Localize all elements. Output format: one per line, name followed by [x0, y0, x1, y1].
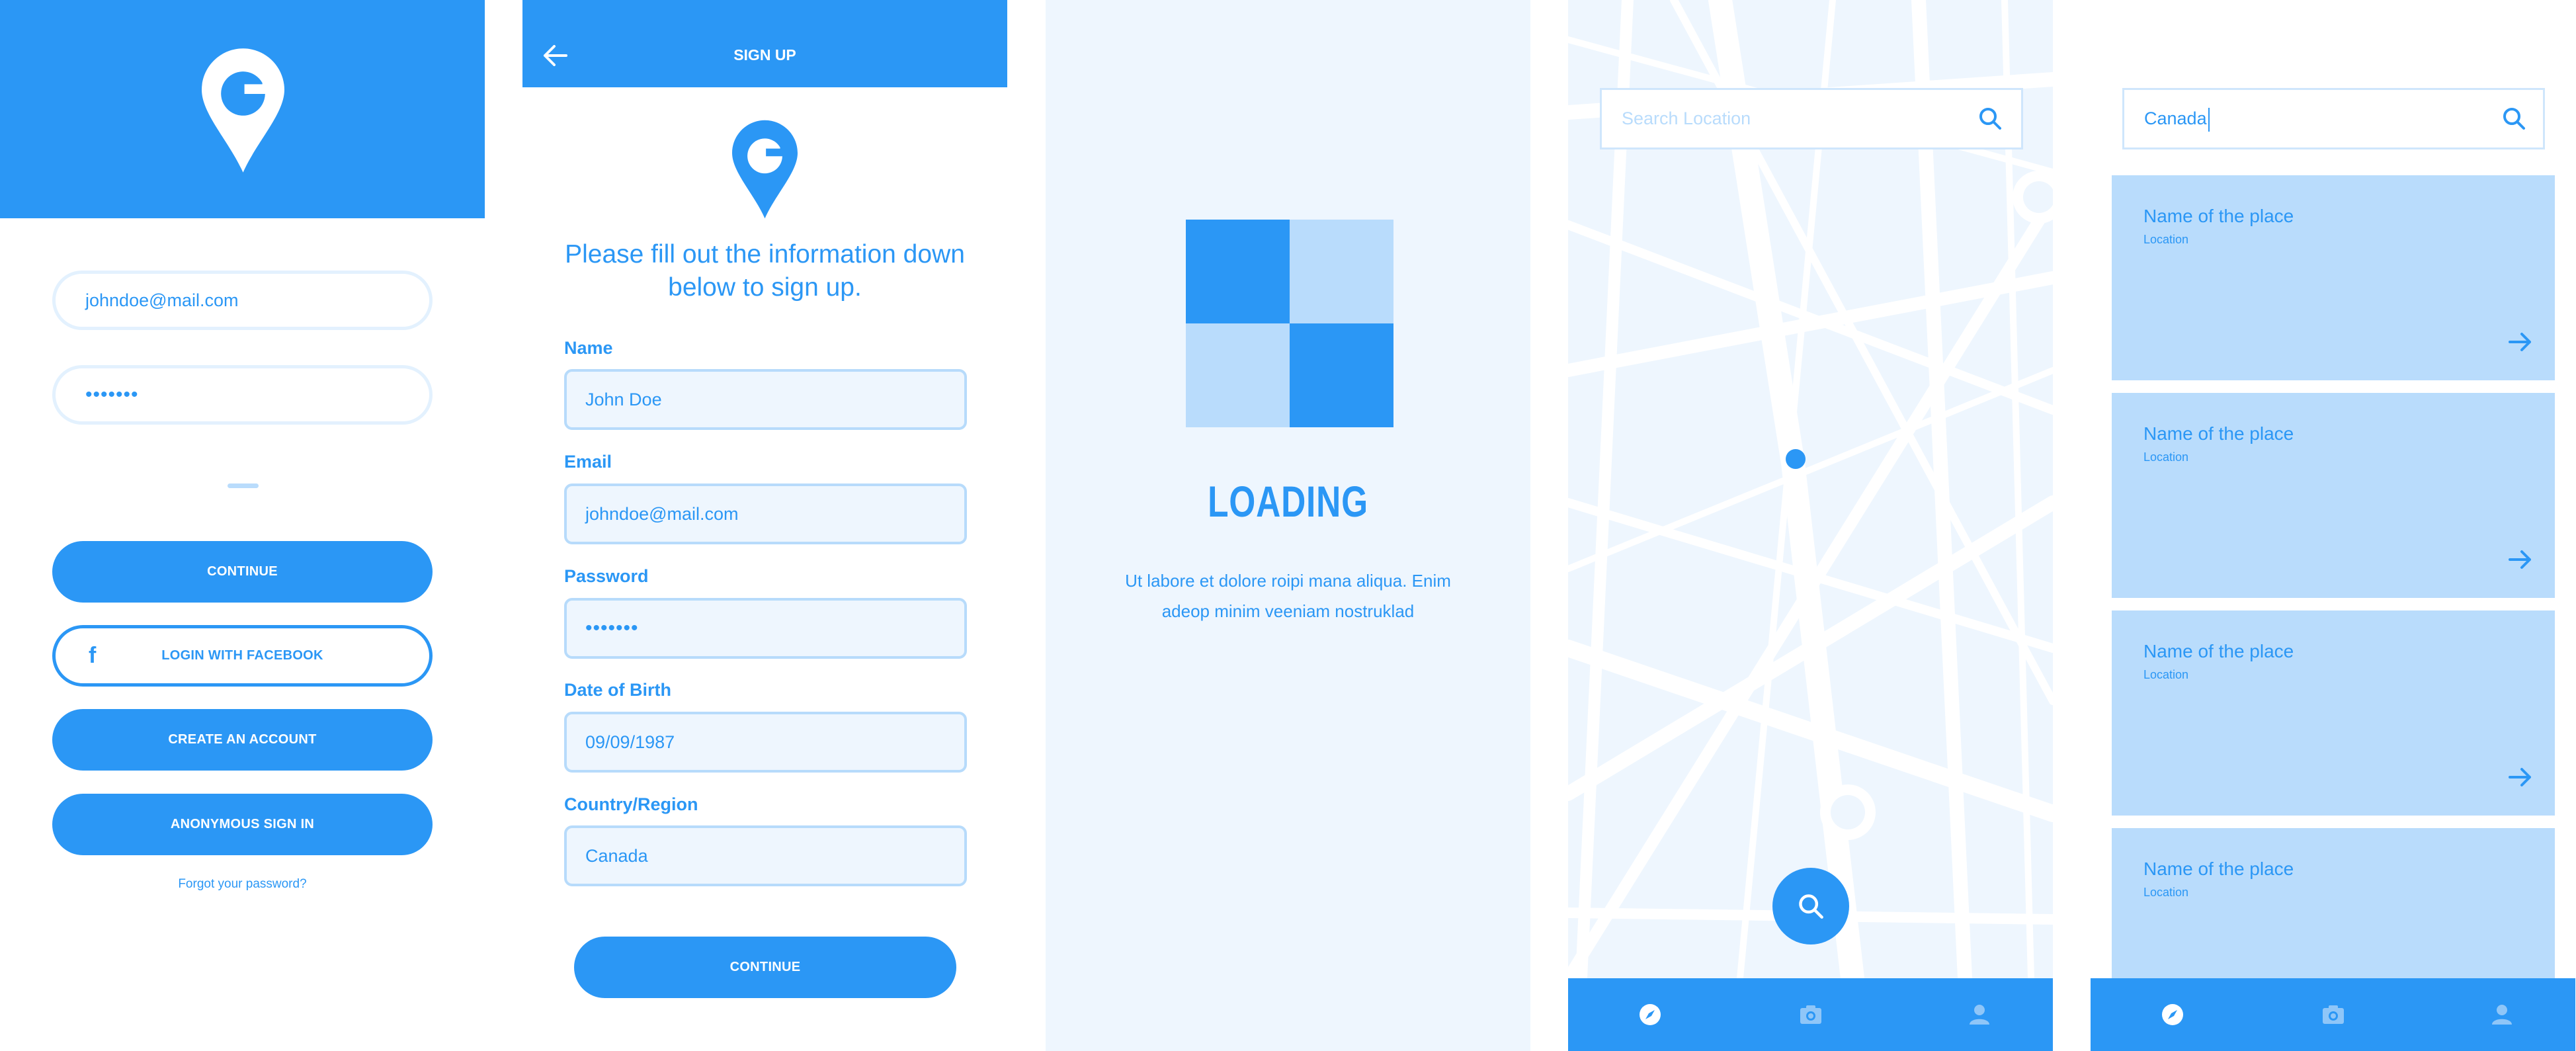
password-label: Password [564, 566, 649, 586]
camera-icon[interactable] [1793, 997, 1829, 1032]
signup-screen: SIGN UP Please fill out the information … [522, 0, 1007, 1051]
email-field[interactable]: johndoe@mail.com [564, 483, 967, 544]
dob-field[interactable]: 09/09/1987 [564, 712, 967, 773]
user-icon[interactable] [2484, 997, 2520, 1032]
bottom-nav [1568, 978, 2053, 1051]
place-name: Name of the place [2143, 641, 2294, 661]
place-location: Location [2143, 233, 2189, 246]
password-field[interactable]: ••••••• [564, 598, 967, 659]
place-name: Name of the place [2143, 206, 2294, 226]
user-icon[interactable] [1962, 997, 1997, 1032]
place-card[interactable]: Name of the place Location [2112, 610, 2555, 816]
continue-button[interactable]: CONTINUE [574, 937, 956, 998]
email-label: Email [564, 452, 612, 472]
loading-text: Ut labore et dolore roipi mana aliqua. E… [1125, 571, 1451, 621]
search-fab-button[interactable] [1772, 868, 1849, 945]
signup-intro: Please fill out the information down bel… [565, 240, 965, 302]
facebook-login-label: LOGIN WITH FACEBOOK [161, 648, 323, 663]
search-results-screen: Canada Name of the place Location Name o… [2091, 0, 2576, 1051]
place-location: Location [2143, 886, 2189, 899]
compass-icon[interactable] [1632, 997, 1668, 1032]
arrow-right-icon[interactable] [2507, 329, 2534, 355]
text-cursor [2208, 107, 2210, 132]
search-input[interactable]: Canada [2122, 88, 2545, 149]
signup-topbar [522, 0, 1007, 87]
camera-icon[interactable] [2315, 997, 2351, 1032]
search-value: Canada [2144, 108, 2207, 128]
loading-title: LOADING [1208, 477, 1368, 526]
location-pin-g-logo [202, 48, 284, 173]
name-field[interactable]: John Doe [564, 369, 967, 430]
place-card[interactable]: Name of the place Location [2112, 828, 2555, 978]
place-card[interactable]: Name of the place Location [2112, 393, 2555, 598]
forgot-password-link[interactable]: Forgot your password? [52, 877, 433, 892]
divider [228, 483, 259, 488]
place-location: Location [2143, 450, 2189, 464]
search-input[interactable]: Search Location [1600, 88, 2023, 149]
place-card[interactable]: Name of the place Location [2112, 175, 2555, 380]
email-input[interactable]: johndoe@mail.com [52, 271, 433, 330]
arrow-right-icon[interactable] [2507, 764, 2534, 790]
anonymous-signin-button[interactable]: ANONYMOUS SIGN IN [52, 794, 433, 855]
facebook-icon: f [89, 643, 97, 668]
signup-title: SIGN UP [733, 46, 796, 63]
location-pin-g-logo [732, 120, 798, 219]
search-icon[interactable] [1978, 106, 2002, 130]
password-input[interactable]: ••••••• [52, 365, 433, 425]
facebook-login-button[interactable]: f LOGIN WITH FACEBOOK [52, 625, 433, 687]
location-marker[interactable] [1786, 449, 1806, 469]
place-name: Name of the place [2143, 859, 2294, 879]
login-screen: johndoe@mail.com ••••••• CONTINUE f LOGI… [0, 0, 485, 1051]
name-label: Name [564, 338, 613, 358]
map-screen: Search Location [1568, 0, 2053, 1051]
country-label: Country/Region [564, 794, 698, 814]
place-location: Location [2143, 668, 2189, 681]
place-name: Name of the place [2143, 423, 2294, 444]
loading-screen: LOADING Ut labore et dolore roipi mana a… [1046, 0, 1530, 1051]
continue-button[interactable]: CONTINUE [52, 541, 433, 603]
search-icon[interactable] [2502, 106, 2526, 130]
country-field[interactable]: Canada [564, 825, 967, 886]
compass-icon[interactable] [2155, 997, 2190, 1032]
dob-label: Date of Birth [564, 680, 671, 700]
search-icon [1799, 894, 1823, 919]
bottom-nav [2091, 978, 2575, 1051]
loading-spinner [1186, 220, 1393, 427]
arrow-right-icon[interactable] [2507, 546, 2534, 573]
create-account-button[interactable]: CREATE AN ACCOUNT [52, 709, 433, 771]
